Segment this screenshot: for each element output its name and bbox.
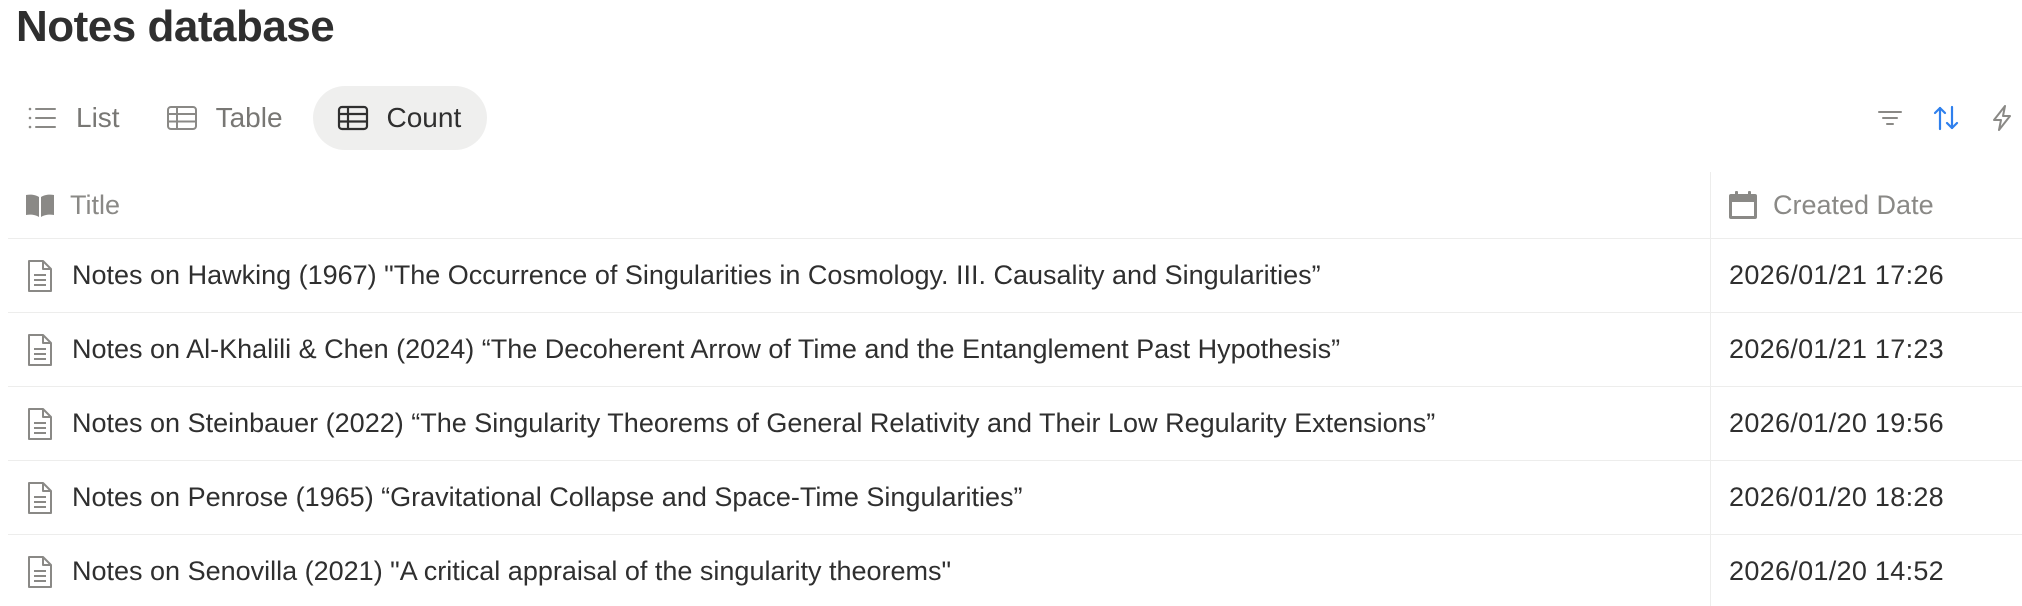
filter-button[interactable] (1870, 100, 1910, 140)
tab-list[interactable]: List (10, 86, 140, 150)
row-title-cell[interactable]: Notes on Steinbauer (2022) “The Singular… (24, 387, 1435, 460)
table-row[interactable]: Notes on Steinbauer (2022) “The Singular… (8, 387, 2022, 461)
automation-icon (1987, 103, 2017, 138)
book-icon (24, 189, 56, 221)
table-row[interactable]: Notes on Hawking (1967) "The Occurrence … (8, 239, 2022, 313)
row-created-date: 2026/01/21 17:26 (1729, 260, 1944, 290)
row-title-cell[interactable]: Notes on Al-Khalili & Chen (2024) “The D… (24, 313, 1340, 386)
page-icon (24, 332, 56, 368)
table-row[interactable]: Notes on Al-Khalili & Chen (2024) “The D… (8, 313, 2022, 387)
table-icon (337, 102, 369, 134)
page-icon (24, 406, 56, 442)
row-title-cell[interactable]: Notes on Penrose (1965) “Gravitational C… (24, 461, 1022, 534)
table-row[interactable]: Notes on Penrose (1965) “Gravitational C… (8, 461, 2022, 535)
tab-count[interactable]: Count (312, 86, 488, 150)
list-icon (26, 102, 58, 134)
automation-button[interactable] (1982, 100, 2022, 140)
row-title: Notes on Penrose (1965) “Gravitational C… (72, 482, 1023, 512)
table-header: Title Created Date (8, 172, 2022, 239)
page-title: Notes database (16, 2, 335, 51)
calendar-icon (1727, 189, 1759, 221)
row-title: Notes on Hawking (1967) "The Occurrence … (72, 260, 1321, 290)
tab-table-label: Table (215, 102, 283, 133)
view-tabs: List Table Count (10, 86, 497, 150)
sort-button[interactable] (1926, 100, 1966, 140)
row-title: Notes on Steinbauer (2022) “The Singular… (72, 408, 1436, 438)
page-icon (24, 258, 56, 294)
column-header-created-date-label: Created Date (1773, 189, 1934, 220)
tab-list-label: List (76, 102, 120, 133)
page-icon (24, 554, 56, 590)
row-created-date: 2026/01/21 17:23 (1729, 334, 1944, 364)
table-row[interactable]: Notes on Senovilla (2021) "A critical ap… (8, 535, 2022, 606)
filter-icon (1875, 103, 1905, 138)
row-created-date: 2026/01/20 18:28 (1729, 482, 1944, 512)
sort-icon (1931, 103, 1961, 138)
row-title: Notes on Senovilla (2021) "A critical ap… (72, 556, 952, 586)
table-body: Notes on Hawking (1967) "The Occurrence … (8, 239, 2022, 606)
column-header-title[interactable]: Title (24, 172, 120, 238)
row-title: Notes on Al-Khalili & Chen (2024) “The D… (72, 334, 1341, 364)
notes-database-page: Notes database List Table Count Title Cr… (0, 0, 2022, 606)
row-title-cell[interactable]: Notes on Senovilla (2021) "A critical ap… (24, 535, 951, 606)
tab-table[interactable]: Table (150, 86, 303, 150)
column-header-created-date[interactable]: Created Date (1727, 172, 1934, 238)
row-title-cell[interactable]: Notes on Hawking (1967) "The Occurrence … (24, 239, 1321, 312)
page-icon (24, 480, 56, 516)
tab-count-label: Count (386, 102, 462, 133)
column-header-title-label: Title (70, 189, 121, 220)
view-toolbar (1854, 100, 2022, 140)
row-created-date: 2026/01/20 14:52 (1729, 556, 1944, 586)
row-created-date: 2026/01/20 19:56 (1729, 408, 1944, 438)
table-icon (166, 102, 198, 134)
